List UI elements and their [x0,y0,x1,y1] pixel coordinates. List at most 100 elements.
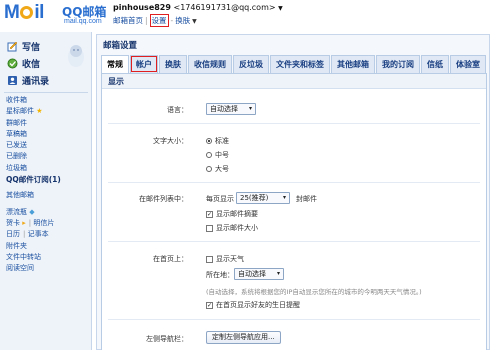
user-email: <1746191731@qq.com> [173,3,276,12]
font-size-standard[interactable]: 标准 [206,136,229,146]
radio[interactable] [206,166,212,172]
tab-subscriptions[interactable]: 我的订阅 [376,55,420,73]
folder-inbox[interactable]: 收件箱 [6,95,90,106]
checkbox[interactable] [206,255,213,263]
folder-sent[interactable]: 已发送 [6,140,90,151]
sidebar-divider [4,92,88,93]
option-label: 显示邮件摘要 [216,210,258,218]
font-size-medium[interactable]: 中号 [206,150,229,160]
star-icon: ★ [36,107,43,116]
app-label: 附件夹 [6,241,27,250]
font-size-large[interactable]: 大号 [206,164,229,174]
app-reading-space[interactable]: 阅读空间 [6,263,90,274]
tab-rules[interactable]: 收信规则 [188,55,232,73]
tab-general[interactable]: 常规 [101,55,129,74]
inbox-icon [6,58,18,69]
app-postcard[interactable]: 明信片 [33,219,54,227]
folder-label: 已删除 [6,152,27,161]
option-label: 大号 [215,165,229,173]
checkbox-checked[interactable]: ✓ [206,301,213,309]
app-label: 文件中转站 [6,252,41,261]
option-label: 在首页显示好友的生日提醒 [216,301,300,309]
folder-list: 收件箱 星标邮件 ★ 群邮件 草稿箱 已发送 已删除 垃圾箱 QQ邮件订阅(1)… [6,95,90,274]
app-attachments[interactable]: 附件夹 [6,241,90,252]
option-label: 显示邮件大小 [216,224,258,232]
tab-antispam[interactable]: 反垃圾 [233,55,269,73]
settings-content: 显示 语言： 自动选择 ▾ 文字大小： 标准 中号 大号 在邮件列表中： 每页显示… [101,73,487,350]
option-label: 显示天气 [216,255,244,263]
option-label: 中号 [215,151,229,159]
per-page-value: 25(推荐) [240,194,269,202]
user-account[interactable]: pinhouse829 <1746191731@qq.com> ▼ [113,3,283,12]
language-value: 自动选择 [210,105,238,113]
option-label: 标准 [215,137,229,145]
checkbox[interactable] [206,224,213,232]
compose-label: 写信 [22,43,41,53]
compose-icon [6,41,18,52]
location-select[interactable]: 自动选择 ▾ [234,268,284,280]
folder-starred[interactable]: 星标邮件 ★ [6,106,90,117]
left-nav-label: 左侧导航栏： [146,335,188,343]
tab-folders-labels[interactable]: 文件夹和标签 [270,55,330,73]
show-weather-option[interactable]: 显示天气 [206,254,244,264]
per-page-prefix: 每页显示 [206,195,234,203]
tab-account[interactable]: 帐户 [130,55,158,73]
app-drift-bottle[interactable]: 漂流瓶 ◆ [6,207,90,218]
contacts-label: 通讯录 [22,77,50,87]
chevron-down-icon: ▾ [276,270,280,277]
caret-down-icon[interactable]: ▼ [278,5,283,12]
contacts-icon [6,75,18,86]
skin-link[interactable]: 换肤 [175,16,190,25]
sidebar: 写信 收信 通讯录 收件箱 星标邮件 ★ 群邮件 草稿箱 已发送 已删除 垃圾箱… [0,32,92,350]
app-cards-row: 贺卡 ▸ | 明信片 [6,218,55,227]
customize-left-nav-button[interactable]: 定制左侧导航应用... [206,331,281,344]
show-birthdays-option[interactable]: ✓ 在首页显示好友的生日提醒 [206,300,300,310]
logo-mail-text: Mil [4,2,44,23]
app-notepad[interactable]: 记事本 [28,230,49,238]
inbox-label: 收信 [22,60,41,70]
language-select[interactable]: 自动选择 ▾ [206,103,256,115]
tab-skin[interactable]: 换肤 [159,55,187,73]
show-summary-option[interactable]: ✓ 显示邮件摘要 [206,209,258,219]
radio-selected[interactable] [206,138,212,144]
app-greeting-card[interactable]: 贺卡 [6,219,20,227]
compose-button[interactable]: 写信 [6,40,40,53]
radio[interactable] [206,152,212,158]
other-mailboxes-link[interactable]: 其他邮箱 [6,190,90,201]
folder-deleted[interactable]: 已删除 [6,151,90,162]
per-page-select[interactable]: 25(推荐) ▾ [236,192,290,204]
settings-link[interactable]: 设置 [149,14,169,27]
section-title: 显示 [108,77,124,86]
tab-other-mailboxes[interactable]: 其他邮箱 [331,55,375,73]
app-file-transfer[interactable]: 文件中转站 [6,252,90,263]
contacts-button[interactable]: 通讯录 [6,74,49,87]
app-calendar[interactable]: 日历 [6,230,20,238]
folder-label: QQ邮件订阅(1) [6,175,61,185]
location-value: 自动选择 [238,270,266,278]
inbox-receive-button[interactable]: 收信 [6,57,40,70]
section-header: 显示 [102,74,486,89]
caret-down-icon[interactable]: ▼ [190,18,197,25]
folder-subscriptions[interactable]: QQ邮件订阅(1) [6,174,90,185]
qq-mail-logo[interactable]: Mil QQ邮箱 mail.qq.com [4,2,108,28]
font-size-label: 文字大小： [153,137,188,145]
checkbox-checked[interactable]: ✓ [206,210,213,218]
folder-label: 其他邮箱 [6,191,34,200]
settings-tabs: 常规 帐户 换肤 收信规则 反垃圾 文件夹和标签 其他邮箱 我的订阅 信纸 体验… [101,55,487,74]
folder-spam[interactable]: 垃圾箱 [6,163,90,174]
row-divider [108,123,480,124]
folder-group-mail[interactable]: 群邮件 [6,118,90,129]
folder-label: 垃圾箱 [6,163,27,172]
tab-labs[interactable]: 体验室 [450,55,486,73]
folder-label: 群邮件 [6,118,27,127]
show-size-option[interactable]: 显示邮件大小 [206,223,258,233]
tab-stationery[interactable]: 信纸 [421,55,449,73]
top-header: Mil QQ邮箱 mail.qq.com pinhouse829 <174619… [0,0,494,32]
mailbox-home-link[interactable]: 邮箱首页 [113,16,143,25]
drift-bottle-icon: ◆ [29,207,35,216]
folder-drafts[interactable]: 草稿箱 [6,129,90,140]
folder-label: 星标邮件 [6,107,34,116]
row-divider [108,319,480,320]
chevron-down-icon: ▾ [248,105,252,112]
row-divider [108,182,480,183]
